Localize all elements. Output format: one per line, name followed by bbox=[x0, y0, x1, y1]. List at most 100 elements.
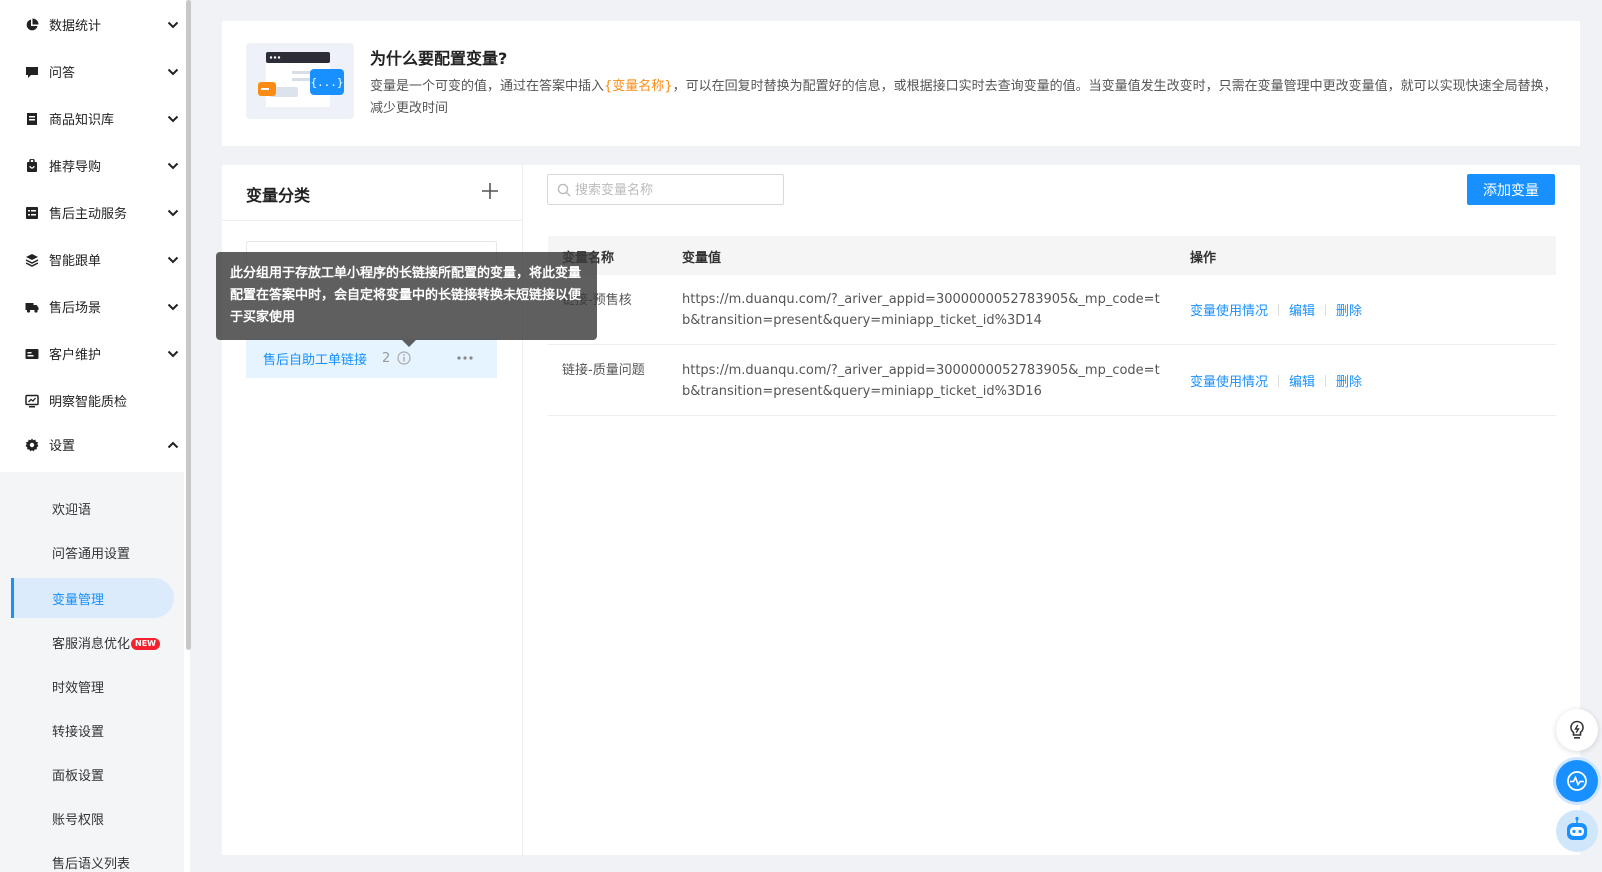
menu-item-quality[interactable]: 明察智能质检 bbox=[0, 377, 184, 424]
intro-title: 为什么要配置变量? bbox=[370, 49, 508, 68]
submenu-item-timeliness[interactable]: 时效管理 bbox=[0, 666, 184, 706]
robot-icon bbox=[1567, 816, 1587, 840]
layers-icon bbox=[25, 253, 39, 267]
submenu-label: 问答通用设置 bbox=[52, 546, 131, 562]
menu-label: 明察智能质检 bbox=[49, 395, 128, 410]
menu-item-stats[interactable]: 数据统计 bbox=[0, 1, 184, 48]
submenu-label: 转接设置 bbox=[52, 724, 105, 740]
monitor-icon bbox=[25, 394, 39, 408]
submenu-label: 时效管理 bbox=[52, 680, 105, 696]
edit-link[interactable]: 编辑 bbox=[1289, 300, 1315, 319]
submenu-item-qa-settings[interactable]: 问答通用设置 bbox=[0, 532, 184, 572]
table-row: 链接-预售核 https://m.duanqu.com/?_ariver_app… bbox=[548, 275, 1556, 345]
chevron-down-icon bbox=[166, 347, 180, 361]
lightbulb-icon bbox=[1570, 720, 1584, 739]
row-actions: 变量使用情况 编辑 删除 bbox=[1190, 371, 1362, 390]
search-variable-input[interactable] bbox=[575, 180, 775, 200]
menu-label: 数据统计 bbox=[49, 19, 102, 34]
intro-description: 变量是一个可变的值，通过在答案中插入{变量名称}，可以在回复时替换为配置好的信息… bbox=[370, 76, 1560, 120]
pulse-icon bbox=[1567, 771, 1587, 791]
chevron-up-icon bbox=[166, 438, 180, 452]
plus-icon bbox=[482, 183, 498, 199]
chevron-down-icon bbox=[166, 18, 180, 32]
edit-link[interactable]: 编辑 bbox=[1289, 371, 1315, 390]
submenu-item-welcome[interactable]: 欢迎语 bbox=[0, 488, 184, 528]
intro-desc-highlight: {变量名称} bbox=[604, 79, 673, 94]
menu-label: 问答 bbox=[49, 66, 76, 81]
header-value: 变量值 bbox=[682, 251, 722, 266]
more-options-icon[interactable] bbox=[456, 351, 474, 365]
add-variable-button[interactable]: 添加变量 bbox=[1467, 174, 1555, 205]
usage-link[interactable]: 变量使用情况 bbox=[1190, 300, 1268, 319]
new-badge: NEW bbox=[131, 638, 160, 650]
header-ops: 操作 bbox=[1190, 251, 1217, 266]
delete-link[interactable]: 删除 bbox=[1336, 371, 1362, 390]
usage-link[interactable]: 变量使用情况 bbox=[1190, 371, 1268, 390]
intro-desc-part1: 变量是一个可变的值，通过在答案中插入 bbox=[370, 79, 605, 94]
category-item-aftersale-links[interactable]: 售后自助工单链接 2 bbox=[246, 338, 497, 378]
submenu-label: 面板设置 bbox=[52, 768, 105, 784]
category-count: 2 bbox=[382, 350, 391, 366]
chevron-down-icon bbox=[166, 159, 180, 173]
shopping-bag-icon bbox=[25, 158, 39, 173]
id-card-icon bbox=[25, 347, 39, 361]
menu-item-tracking[interactable]: 智能跟单 bbox=[0, 236, 184, 283]
menu-label: 设置 bbox=[49, 439, 76, 454]
divider bbox=[1325, 374, 1327, 387]
active-indicator bbox=[11, 578, 14, 618]
variable-value: https://m.duanqu.com/?_ariver_appid=3000… bbox=[682, 363, 1160, 399]
assistant-bot-button[interactable] bbox=[1556, 810, 1598, 852]
category-label: 售后自助工单链接 bbox=[263, 352, 368, 368]
menu-label: 客户维护 bbox=[49, 348, 102, 363]
menu-item-customer[interactable]: 客户维护 bbox=[0, 330, 184, 377]
variable-value: https://m.duanqu.com/?_ariver_appid=3000… bbox=[682, 292, 1160, 328]
submenu-item-message-optimize[interactable]: 客服消息优化 NEW bbox=[0, 622, 184, 662]
gear-icon bbox=[25, 438, 39, 452]
submenu-item-permissions[interactable]: 账号权限 bbox=[0, 798, 184, 838]
menu-label: 售后场景 bbox=[49, 301, 102, 316]
book-icon bbox=[25, 112, 39, 126]
submenu-item-variables[interactable]: 变量管理 bbox=[0, 578, 184, 618]
menu-item-settings[interactable]: 设置 bbox=[0, 421, 184, 468]
submenu-label-text: 客服消息优化 bbox=[52, 636, 131, 652]
submenu-item-transfer[interactable]: 转接设置 bbox=[0, 710, 184, 750]
chevron-down-icon bbox=[166, 253, 180, 267]
search-variable-input-wrapper[interactable] bbox=[547, 174, 784, 205]
menu-item-aftersale-service[interactable]: 售后主动服务 bbox=[0, 189, 184, 236]
menu-item-knowledge[interactable]: 商品知识库 bbox=[0, 95, 184, 142]
truck-icon bbox=[25, 300, 39, 314]
submenu-label: 账号权限 bbox=[52, 812, 105, 828]
submenu-item-semantic-list[interactable]: 售后语义列表 bbox=[0, 842, 184, 872]
submenu-label: 欢迎语 bbox=[52, 502, 92, 518]
variable-name: 链接-质量问题 bbox=[562, 363, 645, 378]
search-icon bbox=[557, 183, 571, 197]
add-category-button[interactable] bbox=[480, 181, 500, 201]
info-icon[interactable] bbox=[397, 351, 411, 365]
table-header: 变量名称 变量值 操作 bbox=[548, 236, 1556, 275]
category-title: 变量分类 bbox=[246, 186, 311, 205]
delete-link[interactable]: 删除 bbox=[1336, 300, 1362, 319]
menu-item-recommend[interactable]: 推荐导购 bbox=[0, 142, 184, 189]
chevron-down-icon bbox=[166, 65, 180, 79]
menu-label: 推荐导购 bbox=[49, 160, 102, 175]
submenu-item-panel[interactable]: 面板设置 bbox=[0, 754, 184, 794]
pie-chart-icon bbox=[25, 18, 39, 32]
monitor-button[interactable] bbox=[1556, 760, 1598, 802]
submenu-label: 客服消息优化 NEW bbox=[52, 633, 160, 652]
variable-illustration: {...} bbox=[246, 43, 354, 119]
tooltip-arrow bbox=[402, 340, 416, 347]
menu-item-qa[interactable]: 问答 bbox=[0, 48, 184, 95]
menu-label: 智能跟单 bbox=[49, 254, 102, 269]
svg-text:{...}: {...} bbox=[310, 76, 343, 89]
category-header: 变量分类 bbox=[222, 165, 522, 221]
chat-icon bbox=[25, 65, 39, 79]
menu-item-scenes[interactable]: 售后场景 bbox=[0, 283, 184, 330]
tips-button[interactable] bbox=[1556, 709, 1598, 751]
submenu-label: 变量管理 bbox=[52, 592, 105, 608]
table-row: 链接-质量问题 https://m.duanqu.com/?_ariver_ap… bbox=[548, 346, 1556, 416]
intro-card: {...} 为什么要配置变量? 变量是一个可变的值，通过在答案中插入{变量名称}… bbox=[222, 21, 1580, 146]
sidebar: 数据统计 问答 商品知识库 推荐导购 售后主动服务 智能跟单 售后场景 客户维护… bbox=[0, 0, 191, 872]
chevron-down-icon bbox=[166, 206, 180, 220]
sidebar-scrollbar[interactable] bbox=[186, 0, 191, 650]
divider bbox=[1278, 303, 1280, 316]
